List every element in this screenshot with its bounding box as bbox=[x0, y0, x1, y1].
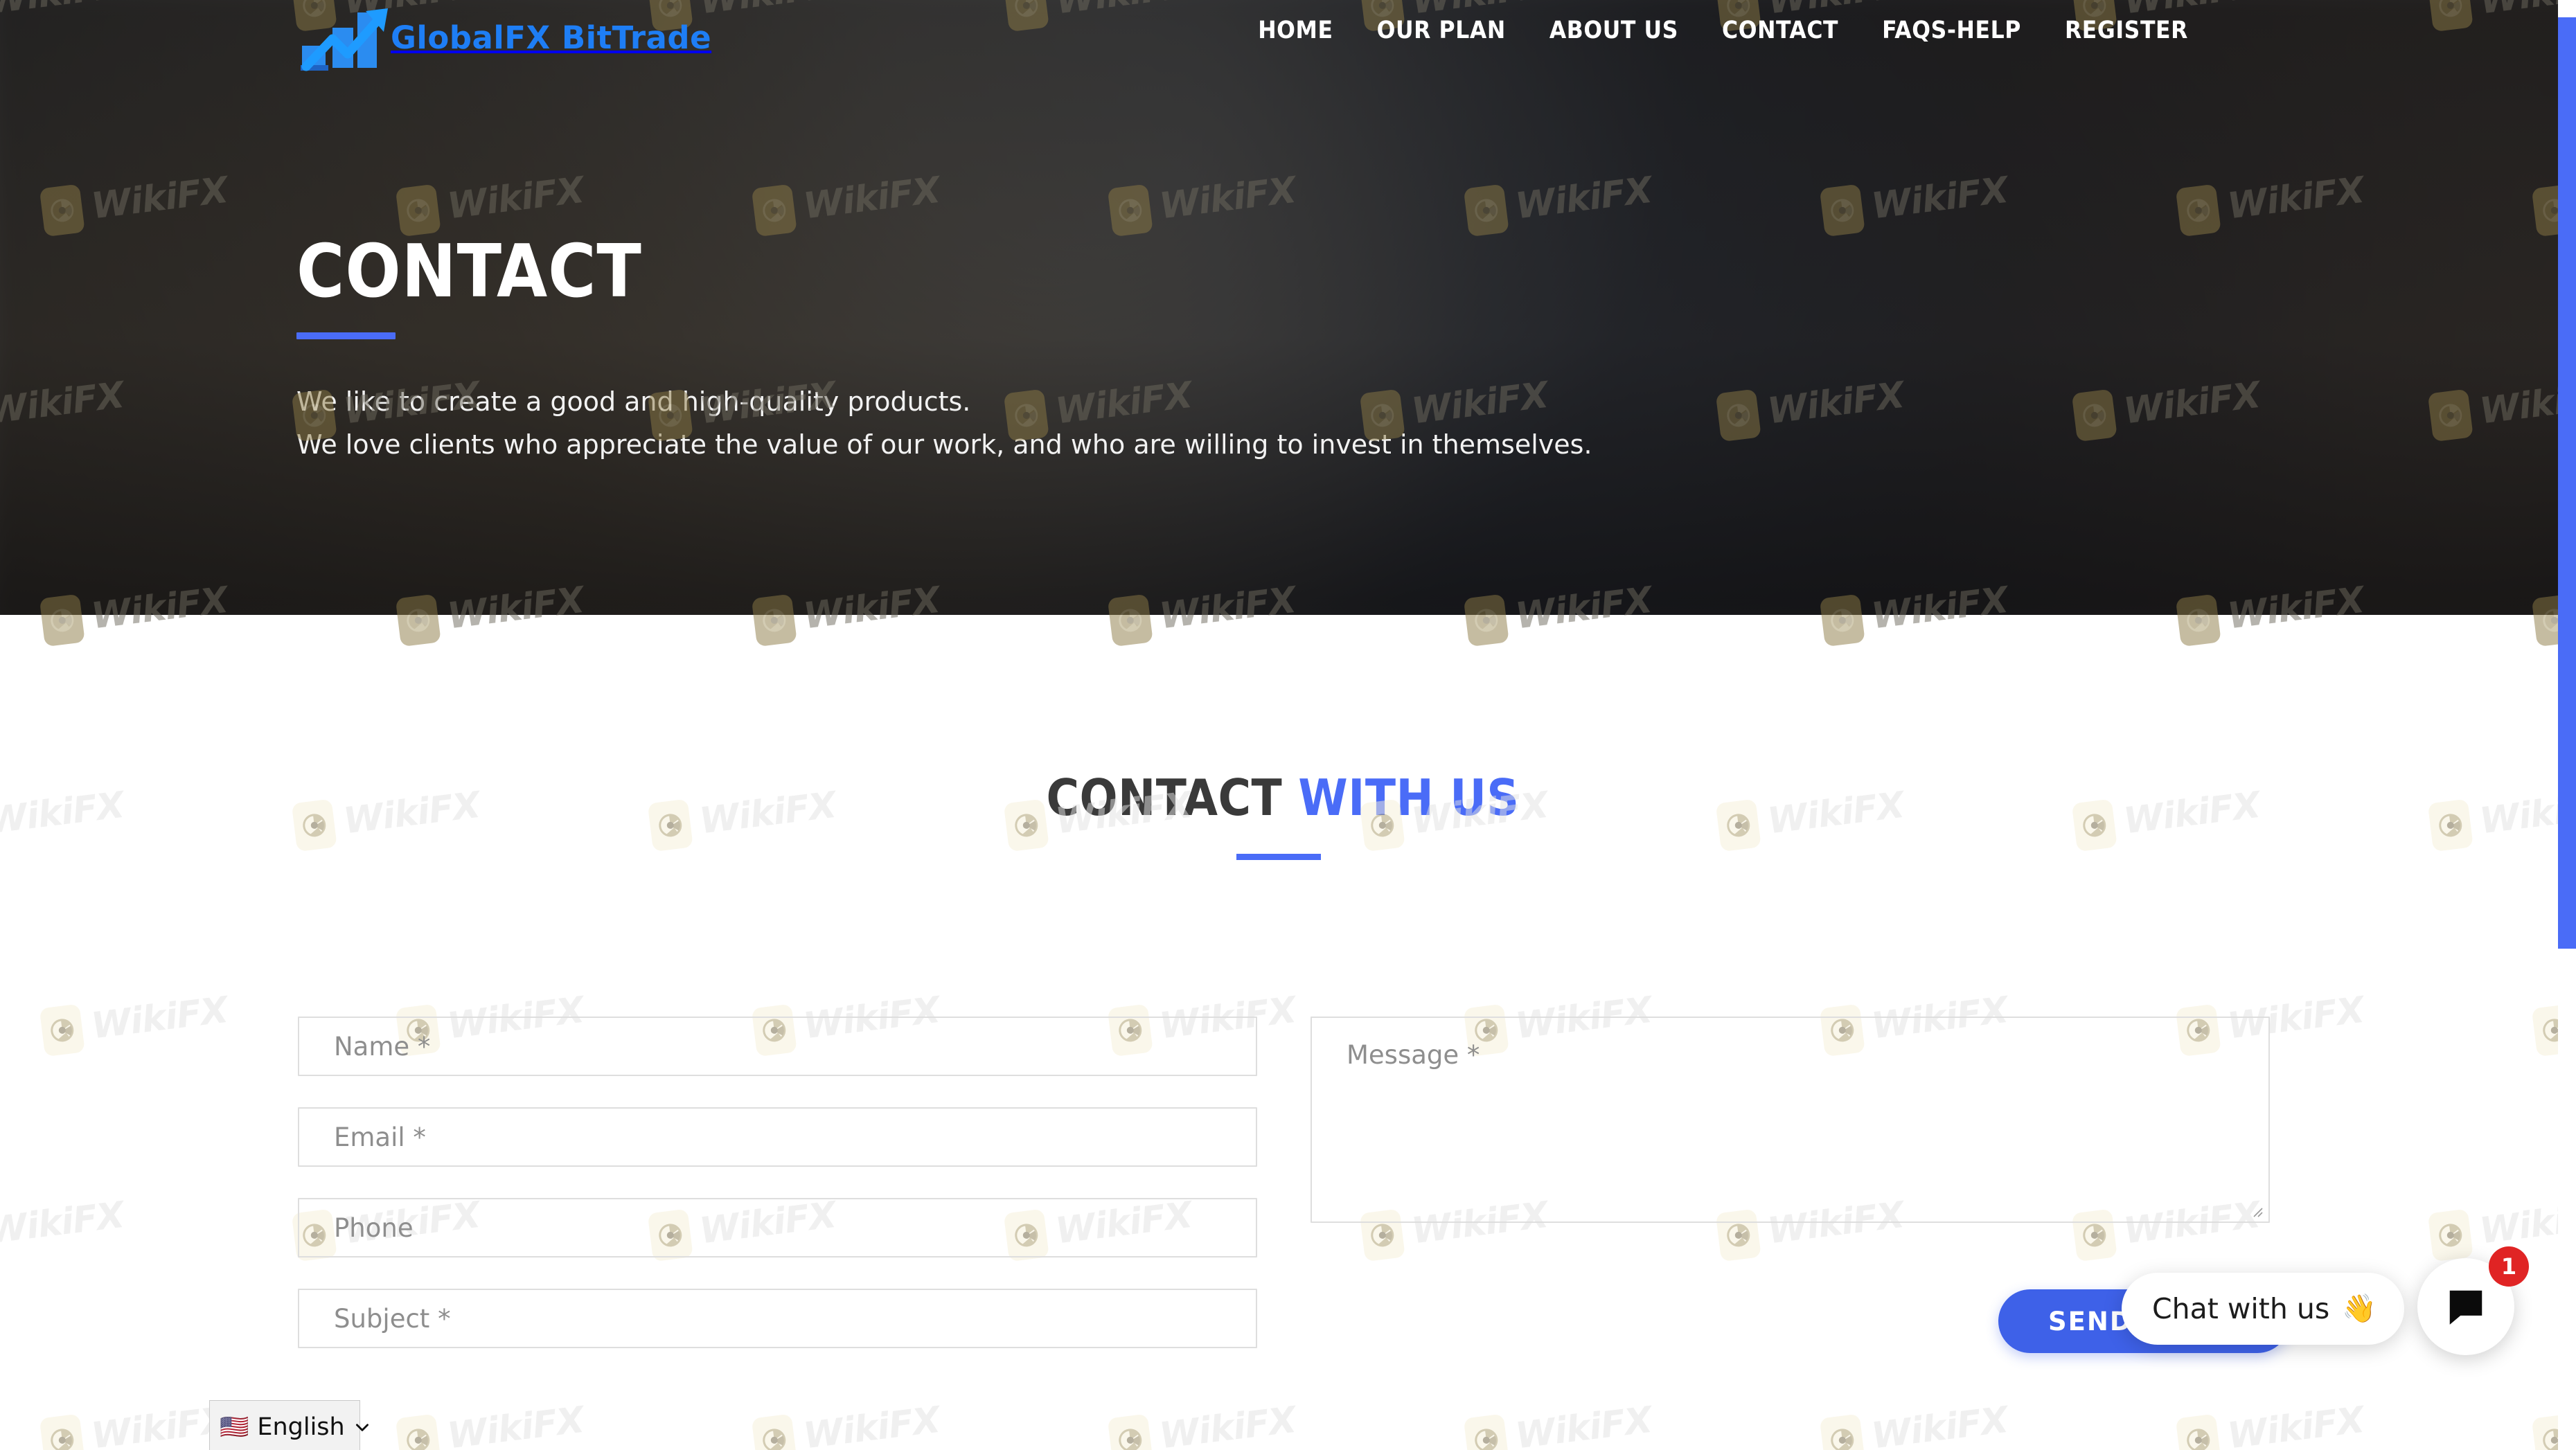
message-textarea[interactable] bbox=[1311, 1017, 2270, 1223]
language-label: English bbox=[257, 1413, 345, 1441]
brand-name: GlobalFX BitTrade bbox=[391, 19, 712, 56]
nav-item-contact[interactable]: CONTACT bbox=[1722, 17, 1838, 44]
site-header: GlobalFX BitTrade HOME OUR PLAN ABOUT US… bbox=[0, 0, 2576, 76]
chat-greeting-text: Chat with us bbox=[2152, 1292, 2330, 1325]
language-selector[interactable]: 🇺🇸 English bbox=[209, 1400, 368, 1450]
bar-chart-arrow-up-icon bbox=[296, 3, 400, 72]
contact-form: SEND bbox=[0, 0, 2576, 1450]
phone-input[interactable] bbox=[298, 1198, 1257, 1257]
email-input[interactable] bbox=[298, 1107, 1257, 1167]
chat-unread-badge: 1 bbox=[2489, 1246, 2529, 1287]
nav-item-register[interactable]: REGISTER bbox=[2065, 17, 2188, 44]
page-scrollbar-track[interactable] bbox=[2558, 0, 2576, 1450]
chevron-down-icon bbox=[353, 1418, 371, 1436]
page-scrollbar-thumb[interactable] bbox=[2558, 17, 2576, 949]
nav-item-home[interactable]: HOME bbox=[1258, 17, 1333, 44]
nav-item-about-us[interactable]: ABOUT US bbox=[1549, 17, 1678, 44]
nav-item-faqs-help[interactable]: FAQS-HELP bbox=[1882, 17, 2021, 44]
chat-bubble-icon bbox=[2444, 1285, 2487, 1328]
subject-input[interactable] bbox=[298, 1289, 1257, 1348]
main-navigation: HOME OUR PLAN ABOUT US CONTACT FAQS-HELP… bbox=[1258, 17, 2188, 44]
name-input[interactable] bbox=[298, 1017, 1257, 1076]
us-flag-icon: 🇺🇸 bbox=[220, 1413, 249, 1440]
waving-hand-icon: 👋 bbox=[2342, 1294, 2377, 1324]
nav-item-our-plan[interactable]: OUR PLAN bbox=[1377, 17, 1506, 44]
brand-logo[interactable]: GlobalFX BitTrade bbox=[296, 3, 711, 72]
chat-greeting-bubble[interactable]: Chat with us 👋 bbox=[2122, 1273, 2405, 1345]
